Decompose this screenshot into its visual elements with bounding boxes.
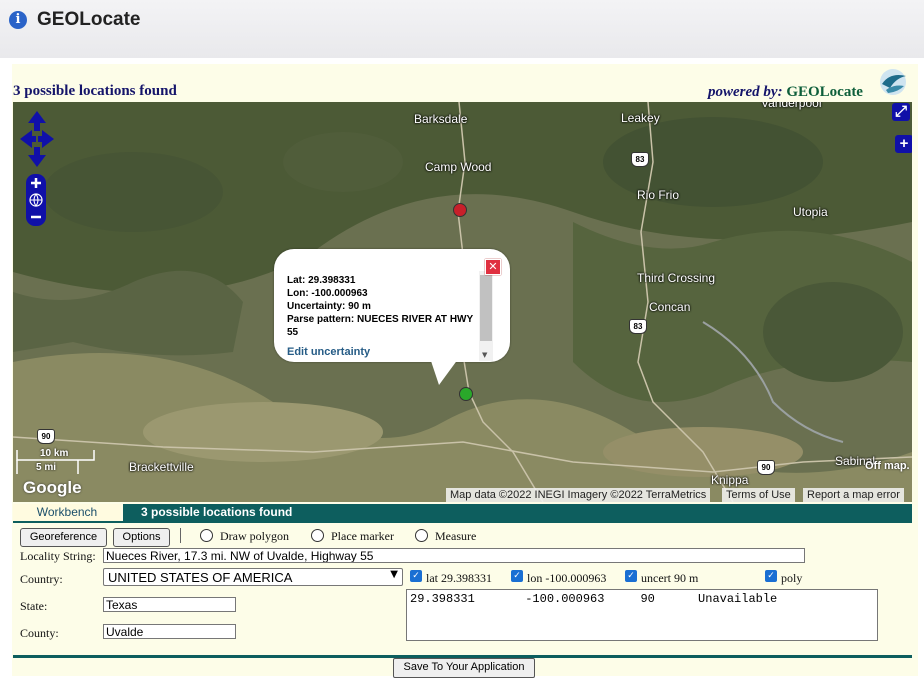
state-input[interactable]: Texas bbox=[103, 597, 236, 612]
zoom-control[interactable] bbox=[26, 174, 46, 226]
app-title: GEOLocate bbox=[37, 9, 141, 30]
tab-workbench[interactable]: Workbench bbox=[13, 504, 121, 521]
highway-shield-83: 83 bbox=[629, 319, 647, 334]
georeference-button[interactable]: Georeference bbox=[20, 528, 107, 547]
uncert-checkbox[interactable]: ✓ bbox=[625, 570, 637, 582]
country-select[interactable]: UNITED STATES OF AMERICA ▼ bbox=[103, 568, 403, 586]
place-third-crossing: Third Crossing bbox=[637, 271, 716, 285]
popup-details: Lat: 29.398331 Lon: -100.000963 Uncertai… bbox=[287, 274, 479, 339]
tab-bar: Workbench 3 possible locations found bbox=[13, 504, 912, 523]
place-marker-label: Place marker bbox=[331, 529, 394, 543]
layer-switcher-icon[interactable]: + bbox=[895, 135, 912, 153]
popup-scrollbar[interactable]: ▼ bbox=[479, 271, 493, 361]
red-location-marker[interactable] bbox=[453, 203, 467, 217]
scroll-down-icon[interactable]: ▼ bbox=[482, 351, 487, 359]
location-popup: Lat: 29.398331 Lon: -100.000963 Uncertai… bbox=[274, 249, 510, 385]
scale-mi: 5 mi bbox=[36, 462, 57, 473]
close-icon[interactable]: ✕ bbox=[485, 259, 501, 275]
powered-by-prefix: powered by: bbox=[708, 84, 783, 100]
result-textarea[interactable]: 29.398331 -100.000963 90 Unavailable bbox=[406, 589, 878, 641]
locality-input[interactable]: Nueces River, 17.3 mi. NW of Uvalde, Hig… bbox=[103, 548, 805, 563]
terms-of-use-link[interactable]: Terms of Use bbox=[722, 488, 795, 502]
place-utopia: Utopia bbox=[793, 205, 828, 219]
lon-checkbox[interactable]: ✓ bbox=[511, 570, 523, 582]
pan-right-icon[interactable] bbox=[38, 130, 54, 148]
locality-label: Locality String: bbox=[20, 549, 96, 563]
scale-km: 10 km bbox=[40, 448, 69, 459]
popup-lat: Lat: 29.398331 bbox=[287, 275, 356, 286]
geolocate-logo-icon bbox=[880, 69, 906, 95]
county-label: County: bbox=[20, 626, 59, 640]
chevron-down-icon: ▼ bbox=[390, 569, 398, 580]
pan-up-icon[interactable] bbox=[28, 111, 46, 131]
place-vanderpool: Vanderpool bbox=[761, 102, 822, 110]
powered-by-brand: GEOLocate bbox=[786, 84, 863, 100]
green-location-marker[interactable] bbox=[459, 387, 473, 401]
popup-uncertainty: Uncertainty: 90 m bbox=[287, 301, 371, 312]
popup-lon: Lon: -100.000963 bbox=[287, 288, 368, 299]
place-concan: Concan bbox=[649, 300, 691, 314]
draw-polygon-label: Draw polygon bbox=[220, 529, 289, 543]
map-attribution: Map data ©2022 INEGI Imagery ©2022 Terra… bbox=[446, 488, 711, 502]
lat-check-label: lat 29.398331 bbox=[426, 571, 492, 585]
report-map-error-link[interactable]: Report a map error bbox=[803, 488, 904, 502]
highway-shield-90: 90 bbox=[37, 429, 55, 444]
maximize-map-icon[interactable]: ⤢ bbox=[892, 103, 910, 121]
info-icon[interactable]: i bbox=[9, 11, 27, 29]
lat-checkbox[interactable]: ✓ bbox=[410, 570, 422, 582]
map-scale: 10 km 5 mi bbox=[16, 448, 96, 476]
pan-control[interactable] bbox=[18, 109, 56, 169]
highway-shield-83: 83 bbox=[631, 152, 649, 167]
uncert-check-label: uncert 90 m bbox=[641, 571, 699, 585]
country-value: UNITED STATES OF AMERICA bbox=[108, 570, 293, 585]
place-leakey: Leakey bbox=[621, 111, 660, 125]
options-button[interactable]: Options bbox=[113, 528, 170, 547]
place-camp-wood: Camp Wood bbox=[425, 160, 492, 174]
tab-results[interactable]: 3 possible locations found bbox=[123, 504, 912, 521]
state-label: State: bbox=[20, 599, 48, 613]
results-heading: 3 possible locations found bbox=[13, 83, 177, 99]
highway-shield-90: 90 bbox=[757, 460, 775, 475]
poly-check-label: poly bbox=[781, 571, 803, 585]
toolbar-divider bbox=[180, 528, 181, 543]
place-brackettville: Brackettville bbox=[129, 460, 194, 474]
powered-by: powered by: GEOLocate bbox=[708, 84, 863, 101]
place-marker-radio[interactable] bbox=[311, 529, 324, 542]
lon-check-label: lon -100.000963 bbox=[527, 571, 607, 585]
pan-down-icon[interactable] bbox=[28, 147, 46, 167]
title-bar: i GEOLocate bbox=[0, 0, 924, 58]
save-to-application-button[interactable]: Save To Your Application bbox=[393, 658, 535, 678]
off-map-label: Off map. bbox=[865, 460, 910, 472]
country-label: Country: bbox=[20, 572, 63, 586]
map-view[interactable]: Barksdale Leakey Vanderpool Camp Wood Ri… bbox=[13, 102, 912, 502]
google-logo: Google bbox=[23, 478, 82, 497]
measure-label: Measure bbox=[435, 529, 477, 543]
draw-polygon-radio[interactable] bbox=[200, 529, 213, 542]
edit-uncertainty-link[interactable]: Edit uncertainty bbox=[287, 346, 370, 358]
measure-radio[interactable] bbox=[415, 529, 428, 542]
place-knippa: Knippa bbox=[711, 473, 749, 487]
pan-left-icon[interactable] bbox=[20, 130, 36, 148]
place-barksdale: Barksdale bbox=[414, 112, 468, 126]
place-rio-frio: Rio Frio bbox=[637, 188, 680, 202]
poly-checkbox[interactable]: ✓ bbox=[765, 570, 777, 582]
county-input[interactable]: Uvalde bbox=[103, 624, 236, 639]
popup-parse-pattern: Parse pattern: NUECES RIVER AT HWY 55 bbox=[287, 314, 473, 338]
